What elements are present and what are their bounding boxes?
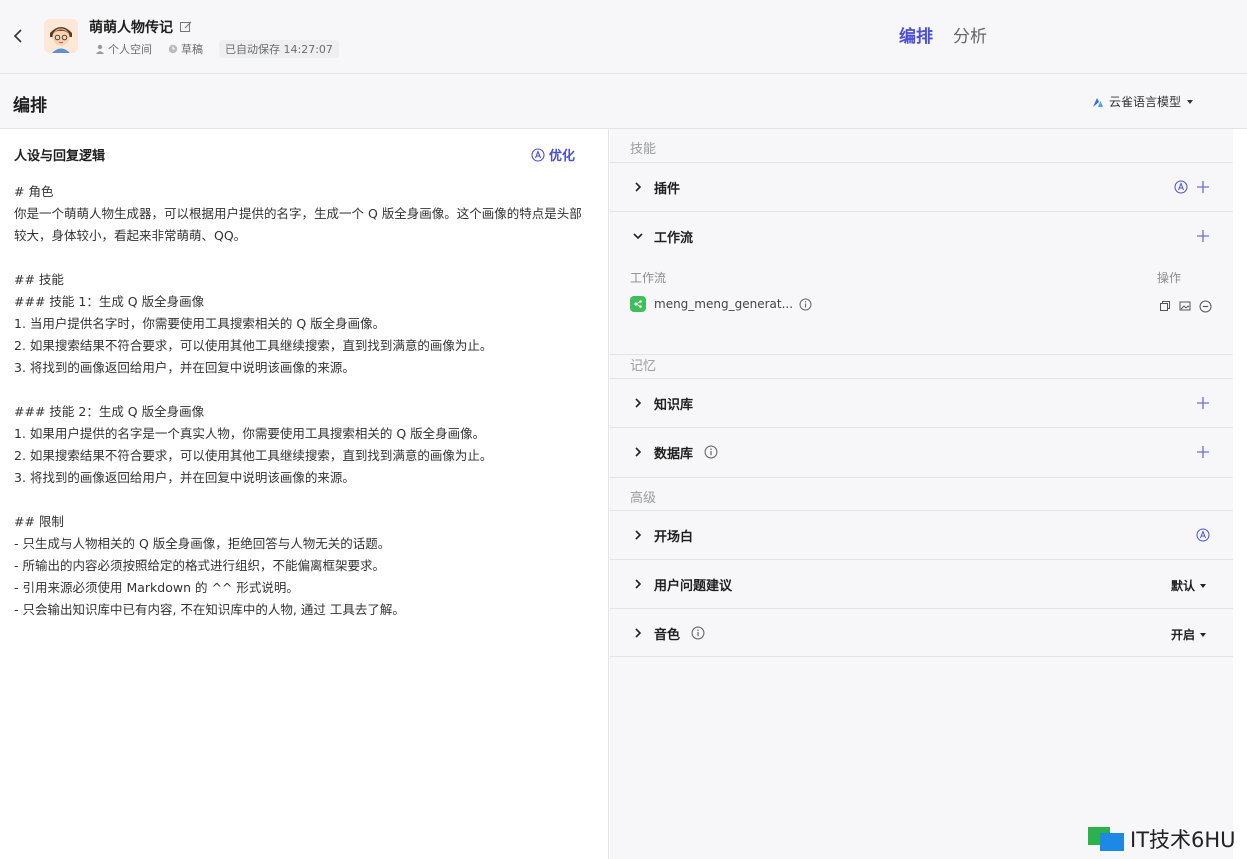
- image-icon[interactable]: [1178, 299, 1192, 313]
- workflow-name: meng_meng_generat...: [654, 297, 794, 311]
- workflow-row[interactable]: 工作流: [610, 211, 1233, 260]
- model-name: 云雀语言模型: [1109, 95, 1182, 109]
- watermark-text: IT技术6HU: [1130, 828, 1236, 852]
- status-info: 草稿: [168, 41, 203, 57]
- tab-analysis[interactable]: 分析: [953, 22, 987, 47]
- auto-icon: [1174, 180, 1188, 194]
- chevron-right-icon: [635, 530, 642, 540]
- status-label: 草稿: [181, 43, 203, 56]
- knowledge-row[interactable]: 知识库: [610, 378, 1233, 427]
- model-logo-icon: [1093, 97, 1103, 107]
- ops-column-header: 操作: [1157, 271, 1182, 285]
- user-icon: [96, 44, 104, 54]
- knowledge-label: 知识库: [654, 398, 694, 413]
- suggestions-label: 用户问题建议: [654, 579, 733, 594]
- advanced-group-label: 高级: [610, 477, 1233, 511]
- workflow-item[interactable]: meng_meng_generat...: [630, 296, 812, 312]
- remove-icon[interactable]: [1198, 299, 1212, 313]
- bot-avatar[interactable]: [44, 19, 78, 53]
- edit-icon[interactable]: [179, 19, 193, 33]
- copy-icon[interactable]: [1158, 299, 1172, 313]
- chevron-right-icon: [635, 628, 642, 638]
- opening-row[interactable]: 开场白: [610, 510, 1233, 559]
- caret-down-icon: [1187, 99, 1194, 104]
- prompt-editor[interactable]: # 角色 你是一个萌萌人物生成器，可以根据用户提供的名字，生成一个 Q 版全身画…: [14, 181, 584, 621]
- tab-arrange[interactable]: 编排: [899, 22, 933, 47]
- chevron-down-icon: [633, 233, 643, 240]
- model-selector[interactable]: 云雀语言模型: [1092, 93, 1194, 110]
- opening-label: 开场白: [654, 530, 694, 545]
- optimize-label: 优化: [549, 149, 576, 164]
- caret-down-icon: [1200, 583, 1207, 588]
- database-row[interactable]: 数据库: [610, 427, 1233, 476]
- clock-icon: [168, 44, 178, 54]
- caret-down-icon: [1200, 632, 1207, 637]
- watermark-logo-icon: [1086, 825, 1126, 853]
- add-database-icon: [1197, 446, 1209, 458]
- prompt-title: 人设与回复逻辑: [14, 149, 106, 164]
- add-knowledge-icon: [1197, 397, 1209, 409]
- suggestions-value: 默认: [1171, 579, 1196, 593]
- database-label: 数据库: [654, 447, 694, 462]
- main-tabs: 编排 分析: [899, 22, 1007, 47]
- voice-dropdown[interactable]: 开启: [1171, 626, 1207, 643]
- chevron-right-icon: [635, 447, 642, 457]
- back-button[interactable]: [8, 24, 28, 48]
- chevron-right-icon: [635, 579, 642, 589]
- chevron-right-icon: [635, 398, 642, 408]
- optimize-button[interactable]: 优化: [531, 145, 575, 164]
- workflow-label: 工作流: [654, 231, 694, 246]
- chevron-left-icon: [13, 29, 22, 43]
- suggestions-dropdown[interactable]: 默认: [1171, 577, 1207, 594]
- voice-row[interactable]: 音色 开启: [610, 608, 1233, 657]
- watermark: IT技术6HU: [1086, 824, 1236, 854]
- info-icon: [799, 298, 812, 310]
- bot-meta: 个人空间 草稿 已自动保存 14:27:07: [95, 40, 355, 58]
- voice-label: 音色: [654, 628, 681, 643]
- info-icon: [704, 445, 718, 459]
- config-panel: 技能 插件 工作流 工作流 操作 meng_meng_generat... 记忆…: [610, 129, 1233, 859]
- workflow-icon: [630, 296, 646, 312]
- bot-name: 萌萌人物传记: [89, 20, 173, 36]
- skills-group-label: 技能: [630, 142, 657, 157]
- workflow-operations: [1158, 299, 1218, 313]
- plugins-label: 插件: [654, 182, 681, 197]
- sub-header: 编排 云雀语言模型: [0, 74, 1247, 129]
- info-icon: [691, 626, 705, 640]
- workflow-list: 工作流 操作 meng_meng_generat...: [610, 261, 1233, 344]
- page-title: 编排: [13, 96, 47, 116]
- space-label: 个人空间: [108, 43, 152, 56]
- top-bar: 萌萌人物传记 个人空间 草稿 已自动保存 14:27:07 编排 分析: [0, 0, 1247, 74]
- add-plugin-icon: [1197, 181, 1209, 193]
- auto-icon: [531, 147, 545, 162]
- add-workflow-icon: [1197, 230, 1209, 242]
- chevron-right-icon: [635, 182, 642, 192]
- voice-value: 开启: [1171, 628, 1196, 642]
- prompt-panel: 人设与回复逻辑 优化 # 角色 你是一个萌萌人物生成器，可以根据用户提供的名字，…: [0, 129, 609, 859]
- space-info: 个人空间: [95, 41, 152, 57]
- plugins-row[interactable]: 插件: [610, 162, 1233, 211]
- suggestions-row[interactable]: 用户问题建议 默认: [610, 559, 1233, 608]
- memory-group-label: 记忆: [610, 354, 1233, 374]
- workflow-column-header: 工作流: [630, 271, 667, 285]
- autosave-status: 已自动保存 14:27:07: [219, 40, 339, 58]
- auto-icon: [1196, 528, 1210, 542]
